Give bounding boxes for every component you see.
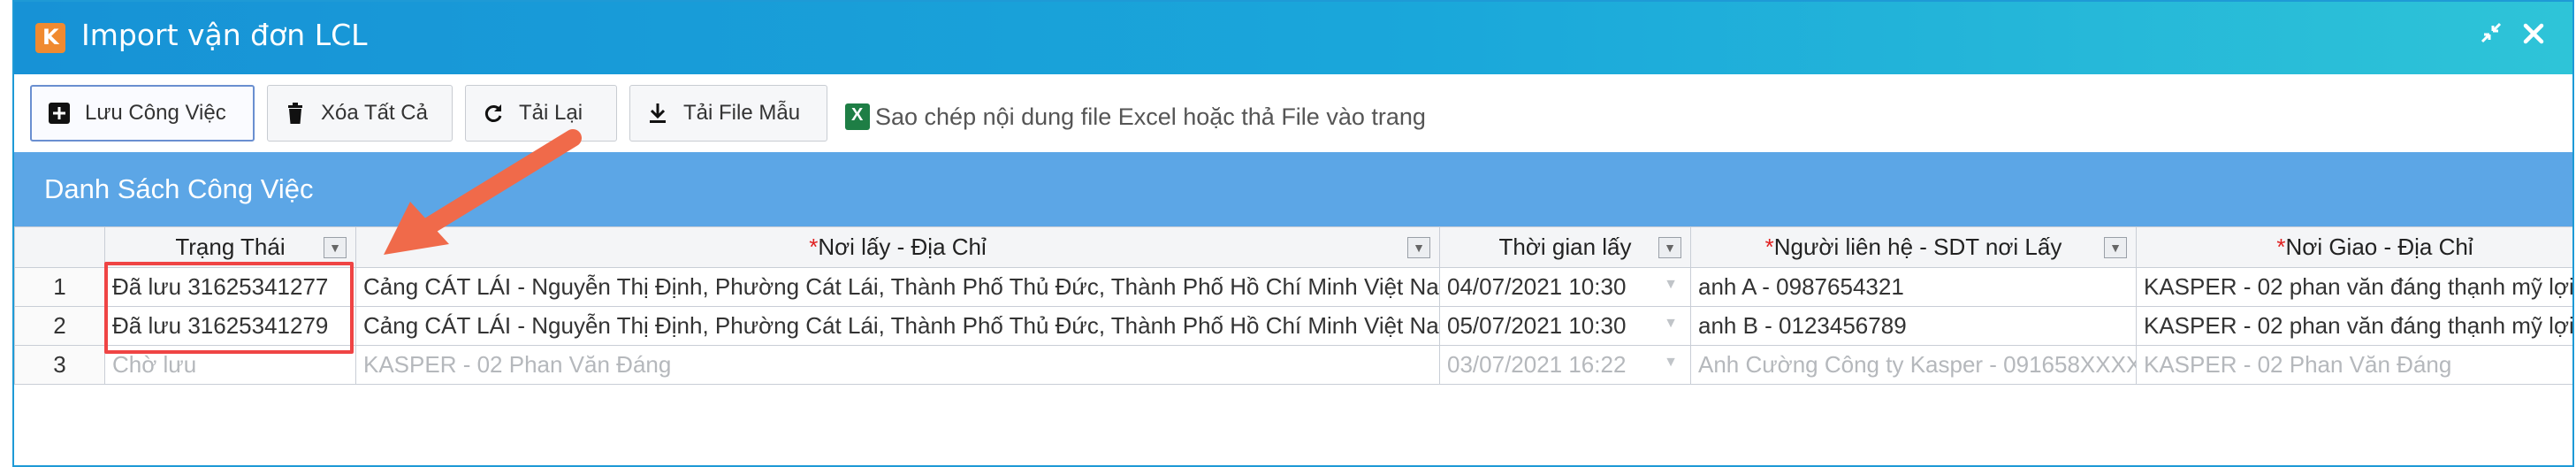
download-template-label: Tải File Mẫu [683,101,801,125]
status-cell[interactable]: Đã lưu 31625341279 [104,306,356,346]
jobs-grid: Trạng Thái ▼ *Nơi lấy - Địa Chỉ ▼ Thời g… [14,226,2572,465]
download-template-button[interactable]: Tải File Mẫu [629,85,827,142]
window-title: Import vận đơn LCL [81,18,368,52]
jobs-table: Trạng Thái ▼ *Nơi lấy - Địa Chỉ ▼ Thời g… [14,226,2572,385]
table-row[interactable]: 1 Đã lưu 31625341277 Cảng CÁT LÁI - Nguy… [14,267,2572,307]
pickup-time-value: 05/07/2021 10:30 [1447,312,1627,339]
pickup-contact-cell[interactable]: Anh Cường Công ty Kasper - 091658XXXX [1690,345,2137,385]
pickup-time-cell[interactable]: 03/07/2021 16:22 ▼ [1439,345,1691,385]
title-bar: Import vận đơn LCL [14,2,2572,74]
table-row[interactable]: 2 Đã lưu 31625341279 Cảng CÁT LÁI - Nguy… [14,306,2572,346]
pickup-time-value: 03/07/2021 16:22 [1447,351,1627,378]
pickup-contact-cell[interactable]: anh A - 0987654321 [1690,267,2137,307]
close-icon[interactable] [2518,19,2549,55]
excel-drop-hint-text: Sao chép nội dung file Excel hoặc thả Fi… [875,103,1426,130]
trash-icon [284,102,307,125]
row-number: 3 [14,345,105,385]
header-delivery-address-label: Nơi Giao - Địa Chỉ [2285,234,2473,260]
header-pickup-contact[interactable]: *Người liên hệ - SDT nơi Lấy ▼ [1690,226,2137,268]
header-status-label: Trạng Thái [175,234,286,260]
collapse-icon [2481,22,2502,43]
panel-header: Danh Sách Công Việc [14,152,2572,226]
delivery-address-cell[interactable]: KASPER - 02 Phan Văn Đáng [2136,345,2572,385]
table-row[interactable]: 3 Chờ lưu KASPER - 02 Phan Văn Đáng 03/0… [14,345,2572,385]
pickup-time-cell[interactable]: 04/07/2021 10:30 ▼ [1439,267,1691,307]
pickup-address-cell[interactable]: KASPER - 02 Phan Văn Đáng [355,345,1440,385]
save-job-label: Lưu Công Việc [85,101,226,125]
delivery-address-cell[interactable]: KASPER - 02 phan văn đáng thạnh mỹ lợi q… [2136,267,2572,307]
filter-dropdown-icon[interactable]: ▼ [1658,237,1681,258]
table-header-row: Trạng Thái ▼ *Nơi lấy - Địa Chỉ ▼ Thời g… [14,226,2572,268]
row-number: 2 [14,306,105,346]
close-x-icon [2523,23,2544,44]
header-status[interactable]: Trạng Thái ▼ [104,226,356,268]
row-number: 1 [14,267,105,307]
dropdown-arrow-icon[interactable]: ▼ [1664,316,1678,332]
panel-title: Danh Sách Công Việc [44,173,314,204]
reload-button[interactable]: Tải Lại [465,85,617,142]
required-marker: * [809,234,819,260]
pickup-time-cell[interactable]: 05/07/2021 10:30 ▼ [1439,306,1691,346]
delivery-address-cell[interactable]: KASPER - 02 phan văn đáng thạnh mỹ lợi q… [2136,306,2572,346]
reload-label: Tải Lại [519,101,583,125]
dropdown-arrow-icon[interactable]: ▼ [1664,277,1678,293]
pickup-address-cell[interactable]: Cảng CÁT LÁI - Nguyễn Thị Định, Phường C… [355,306,1440,346]
header-pickup-time-label: Thời gian lấy [1498,234,1632,260]
pickup-time-value: 04/07/2021 10:30 [1447,273,1627,300]
filter-dropdown-icon[interactable]: ▼ [2104,237,2127,258]
import-window: Import vận đơn LCL Lưu Công Việc Xóa Tất… [12,0,2574,467]
header-pickup-address[interactable]: *Nơi lấy - Địa Chỉ ▼ [355,226,1440,268]
app-logo-icon [35,23,65,53]
header-row-number [14,226,105,268]
clear-all-label: Xóa Tất Cả [321,101,428,125]
dropdown-arrow-icon[interactable]: ▼ [1664,355,1678,371]
pickup-contact-cell[interactable]: anh B - 0123456789 [1690,306,2137,346]
required-marker: * [1764,234,1774,260]
toolbar: Lưu Công Việc Xóa Tất Cả Tải Lại Tải Fil… [14,74,2572,150]
minimize-icon[interactable] [2475,19,2507,55]
header-pickup-address-label: Nơi lấy - Địa Chỉ [818,234,987,260]
required-marker: * [2276,234,2286,260]
excel-drop-hint[interactable]: Sao chép nội dung file Excel hoặc thả Fi… [845,99,1426,134]
status-cell[interactable]: Đã lưu 31625341277 [104,267,356,307]
header-delivery-address[interactable]: *Nơi Giao - Địa Chỉ ▼ [2136,226,2572,268]
status-cell[interactable]: Chờ lưu [104,345,356,385]
plus-square-icon [48,102,71,125]
excel-icon [845,103,870,130]
refresh-icon [482,102,505,125]
pickup-address-cell[interactable]: Cảng CÁT LÁI - Nguyễn Thị Định, Phường C… [355,267,1440,307]
header-pickup-contact-label: Người liên hệ - SDT nơi Lấy [1773,234,2062,260]
header-pickup-time[interactable]: Thời gian lấy ▼ [1439,226,1691,268]
save-job-button[interactable]: Lưu Công Việc [30,85,255,142]
download-icon [646,102,669,125]
filter-dropdown-icon[interactable]: ▼ [324,237,347,258]
clear-all-button[interactable]: Xóa Tất Cả [267,85,453,142]
filter-dropdown-icon[interactable]: ▼ [1407,237,1430,258]
